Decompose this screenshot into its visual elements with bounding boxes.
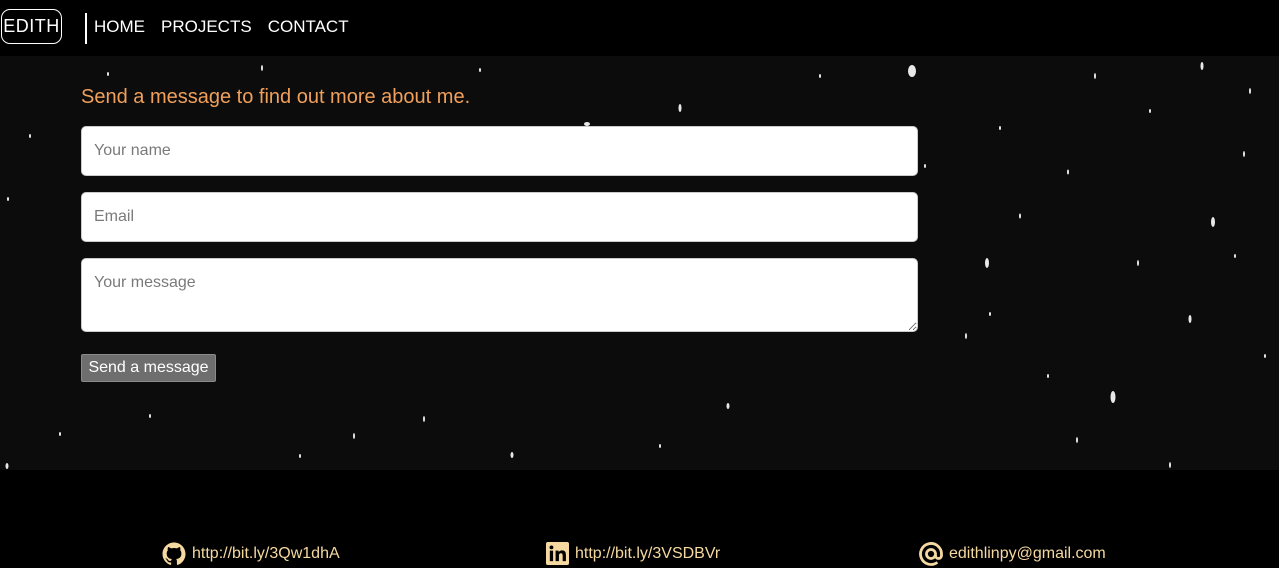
at-sign-icon xyxy=(919,542,943,566)
contact-section: Send a message to find out more about me… xyxy=(0,56,1279,470)
github-link-text: http://bit.ly/3Qw1dhA xyxy=(192,545,340,562)
linkedin-icon xyxy=(546,542,569,565)
brand-logo[interactable]: EDITH xyxy=(1,9,62,44)
linkedin-link[interactable]: http://bit.ly/3VSDBVr xyxy=(546,542,720,565)
nav-link-contact[interactable]: CONTACT xyxy=(268,17,349,37)
nav-link-projects[interactable]: PROJECTS xyxy=(161,17,252,37)
top-navbar: EDITH HOME PROJECTS CONTACT xyxy=(0,0,1279,56)
linkedin-link-text: http://bit.ly/3VSDBVr xyxy=(575,544,721,562)
nav-links: HOME PROJECTS CONTACT xyxy=(94,17,349,37)
github-link[interactable]: http://bit.ly/3Qw1dhA xyxy=(162,542,340,566)
nav-divider xyxy=(85,13,87,44)
email-link-text: edithlinpy@gmail.com xyxy=(949,545,1106,562)
email-input[interactable] xyxy=(81,192,918,242)
message-textarea[interactable] xyxy=(81,258,918,332)
contact-heading: Send a message to find out more about me… xyxy=(81,86,471,108)
nav-link-home[interactable]: HOME xyxy=(94,17,145,37)
name-input[interactable] xyxy=(81,126,918,176)
email-link[interactable]: edithlinpy@gmail.com xyxy=(919,542,1106,566)
footer: http://bit.ly/3Qw1dhA http://bit.ly/3VSD… xyxy=(0,470,1279,568)
github-icon xyxy=(162,542,186,565)
send-message-button[interactable]: Send a message xyxy=(81,354,216,382)
